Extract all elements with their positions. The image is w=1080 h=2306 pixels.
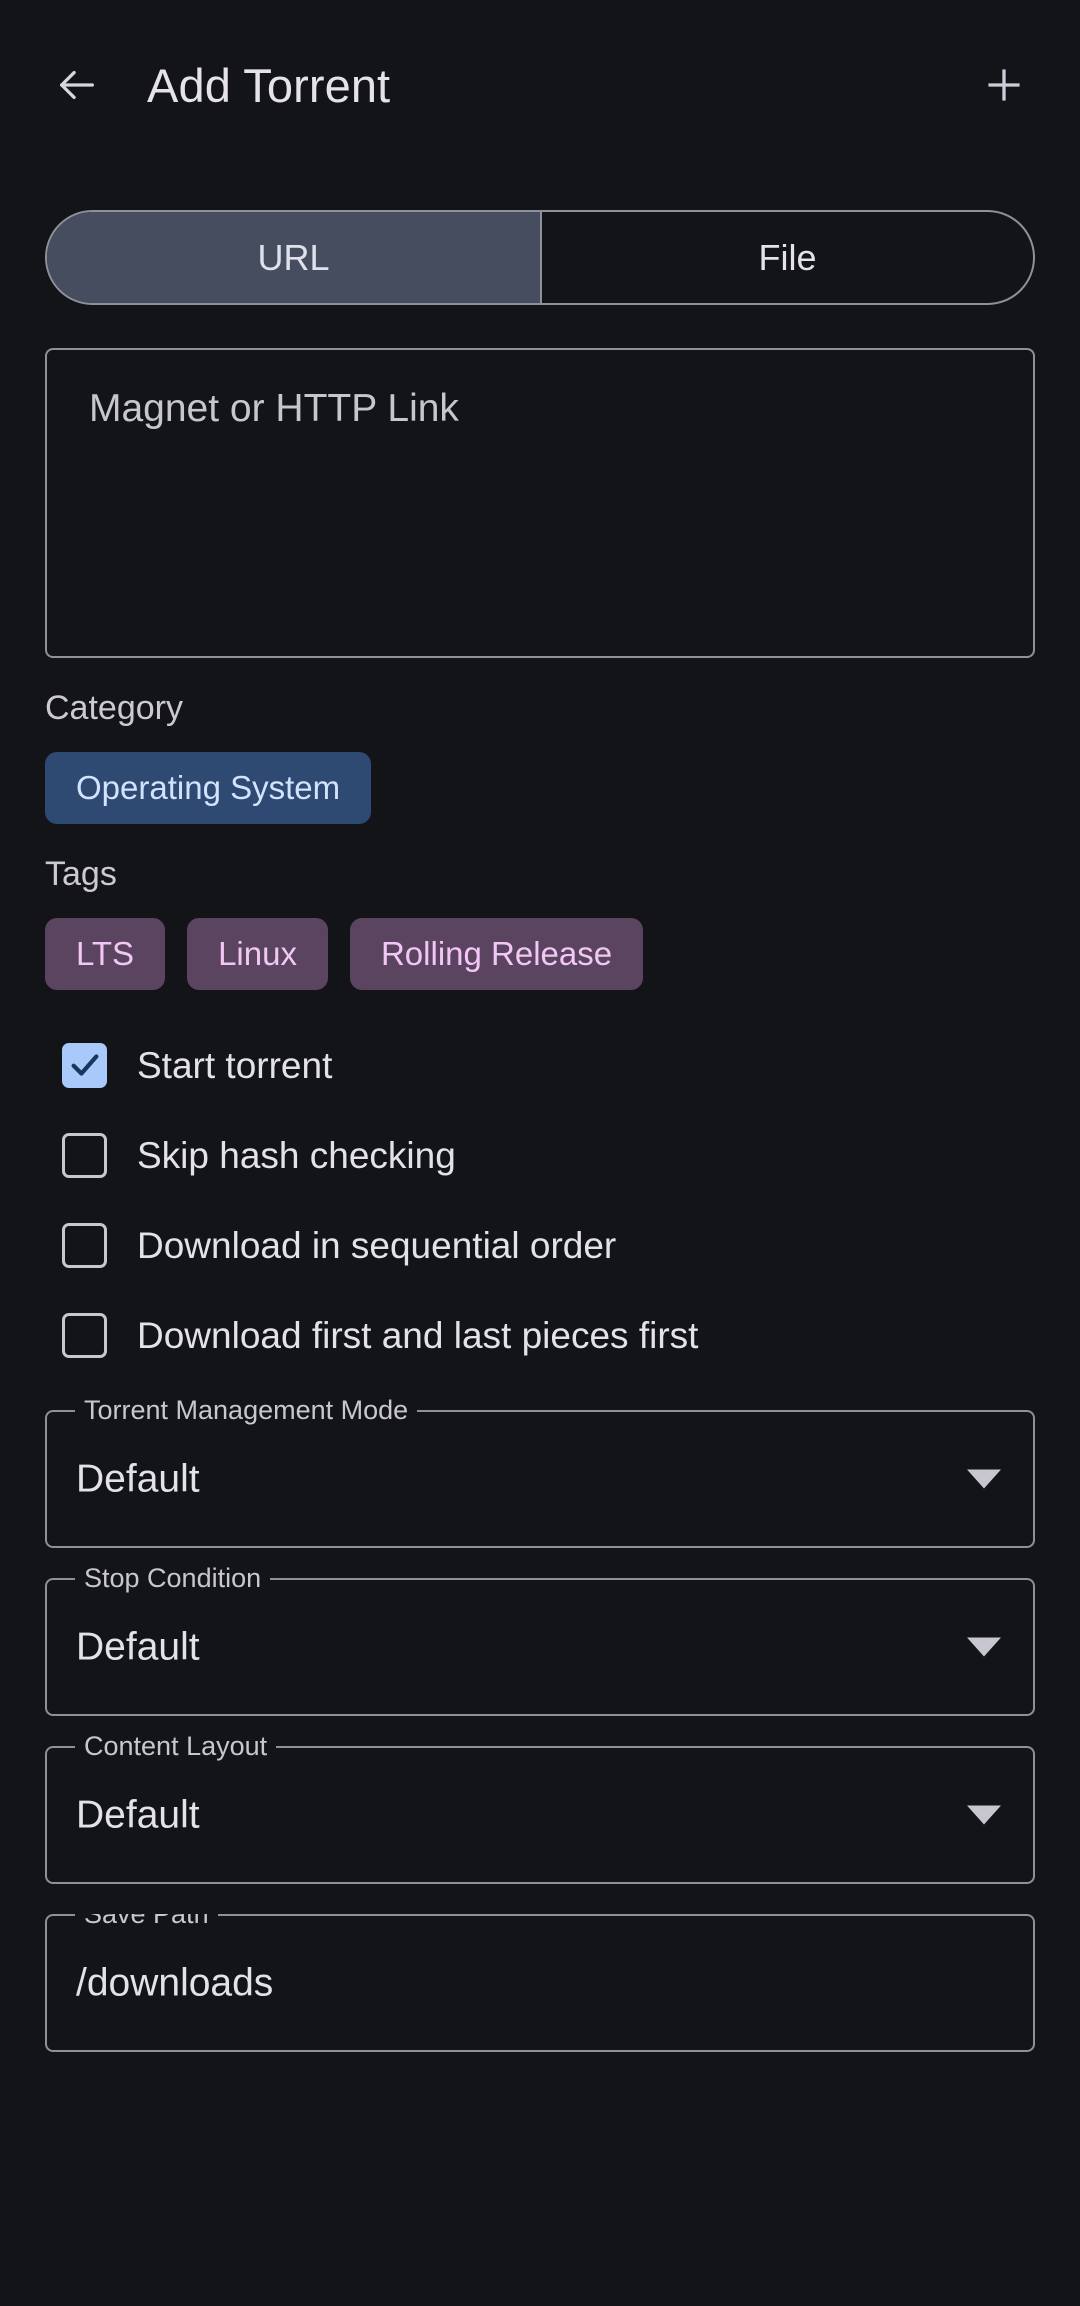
checkbox-label: Start torrent: [137, 1044, 333, 1086]
tag-chip-rolling-release[interactable]: Rolling Release: [349, 918, 644, 991]
source-type-tabs: URL File: [45, 210, 1035, 305]
app-bar: Add Torrent: [0, 0, 1080, 170]
chevron-down-icon: [967, 1805, 1001, 1825]
dropdown-stop-condition[interactable]: Stop Condition Default: [45, 1564, 1035, 1717]
tab-file[interactable]: File: [540, 212, 1033, 303]
arrow-left-icon: [54, 62, 100, 108]
dropdown-label: Content Layout: [75, 1732, 277, 1761]
save-path-label: Save Path: [75, 1914, 218, 1929]
checkbox-row-skip-hash-checking[interactable]: Skip hash checking: [45, 1110, 1035, 1200]
dropdown-value: Default: [76, 1625, 200, 1669]
url-input-placeholder: Magnet or HTTP Link: [89, 387, 459, 430]
category-chip-label: Operating System: [76, 769, 341, 807]
category-label: Category: [45, 689, 183, 727]
plus-icon: [982, 63, 1026, 107]
add-button[interactable]: [972, 53, 1036, 117]
dropdown-content-layout[interactable]: Content Layout Default: [45, 1732, 1035, 1885]
tags-label: Tags: [45, 855, 117, 894]
dropdown-label: Torrent Management Mode: [75, 1396, 418, 1425]
checkbox-label: Download in sequential order: [137, 1224, 617, 1266]
category-chip-row: Operating System: [45, 752, 1035, 825]
tab-url-label: URL: [257, 236, 330, 278]
dropdown-value: Default: [76, 1793, 200, 1837]
checkbox-row-start-torrent[interactable]: Start torrent: [45, 1020, 1035, 1110]
tag-chip-label: LTS: [76, 935, 135, 973]
tag-chip-label: Rolling Release: [380, 935, 613, 973]
dropdown-value: Default: [76, 1457, 200, 1501]
checkbox-download-sequential[interactable]: [62, 1222, 107, 1268]
checkbox-row-download-sequential[interactable]: Download in sequential order: [45, 1200, 1035, 1290]
chevron-down-icon: [967, 1469, 1001, 1489]
tag-chip-linux[interactable]: Linux: [187, 918, 328, 991]
dropdown-label: Stop Condition: [75, 1564, 271, 1593]
page-title: Add Torrent: [147, 58, 391, 112]
checkbox-start-torrent[interactable]: [62, 1042, 107, 1088]
tab-url[interactable]: URL: [47, 212, 540, 303]
back-button[interactable]: [46, 54, 108, 116]
options-checkbox-list: Start torrent Skip hash checking Downloa…: [45, 1020, 1035, 1380]
checkbox-label: Download first and last pieces first: [137, 1314, 699, 1356]
add-torrent-screen: Add Torrent URL File Magnet or HTTP Link: [0, 0, 1080, 2306]
tag-chip-lts[interactable]: LTS: [45, 918, 166, 991]
form-content: URL File Magnet or HTTP Link Category Op…: [0, 210, 1080, 2053]
chevron-down-icon: [967, 1637, 1001, 1657]
url-input[interactable]: Magnet or HTTP Link: [45, 348, 1035, 658]
checkbox-skip-hash-checking[interactable]: [62, 1132, 107, 1178]
tag-chip-label: Linux: [218, 935, 297, 973]
checkbox-row-download-first-last[interactable]: Download first and last pieces first: [45, 1290, 1035, 1380]
save-path-field[interactable]: Save Path /downloads: [45, 1914, 1035, 2053]
check-icon: [68, 1048, 102, 1082]
tags-chip-row: LTS Linux Rolling Release: [45, 918, 1035, 991]
dropdown-torrent-management-mode[interactable]: Torrent Management Mode Default: [45, 1396, 1035, 1549]
save-path-value: /downloads: [76, 1961, 274, 2005]
category-chip-operating-system[interactable]: Operating System: [45, 752, 372, 825]
checkbox-label: Skip hash checking: [137, 1134, 456, 1176]
tab-file-label: File: [758, 236, 817, 278]
checkbox-download-first-last[interactable]: [62, 1312, 107, 1358]
